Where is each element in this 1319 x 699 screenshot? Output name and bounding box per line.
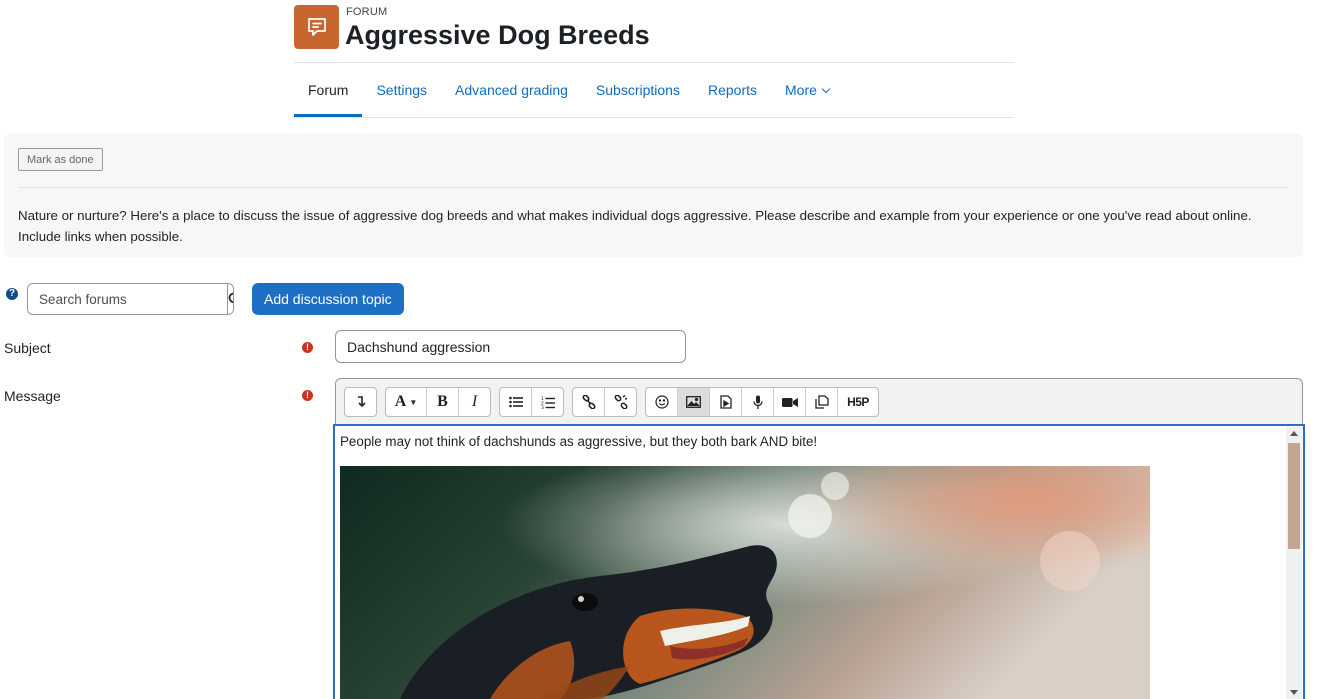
tab-forum[interactable]: Forum: [294, 63, 363, 117]
divider: [18, 187, 1288, 188]
tab-more[interactable]: More: [771, 63, 843, 117]
tab-reports[interactable]: Reports: [694, 63, 771, 117]
page-title: Aggressive Dog Breeds: [345, 20, 650, 50]
italic-icon[interactable]: I: [459, 388, 490, 416]
subject-input[interactable]: [335, 330, 686, 363]
scroll-down-icon[interactable]: [1290, 690, 1298, 695]
module-type-label: FORUM: [346, 6, 388, 18]
manage-files-icon[interactable]: [806, 388, 838, 416]
tab-subscriptions[interactable]: Subscriptions: [582, 63, 694, 117]
record-audio-icon[interactable]: [742, 388, 774, 416]
tab-more-label: More: [785, 82, 817, 98]
editor-toolbar: A ▼ B I 123 H5P: [344, 387, 879, 417]
secondary-navigation: Forum Settings Advanced grading Subscrip…: [294, 63, 843, 117]
forum-description: Nature or nurture? Here's a place to dis…: [18, 208, 1252, 244]
message-label: Message: [4, 388, 61, 404]
add-discussion-topic-button[interactable]: Add discussion topic: [252, 283, 404, 315]
bold-icon[interactable]: B: [427, 388, 459, 416]
image-icon[interactable]: [678, 388, 710, 416]
search-forums-box: [27, 283, 234, 315]
ordered-list-icon[interactable]: 123: [532, 388, 563, 416]
chevron-down-icon: [821, 84, 831, 94]
svg-text:3: 3: [541, 405, 544, 409]
required-icon: !: [302, 342, 313, 353]
divider: [294, 117, 1014, 118]
help-icon[interactable]: ?: [6, 288, 18, 300]
mark-as-done-button[interactable]: Mark as done: [18, 148, 103, 171]
tab-advanced-grading[interactable]: Advanced grading: [441, 63, 582, 117]
tab-settings[interactable]: Settings: [362, 63, 441, 117]
required-icon: !: [302, 390, 313, 401]
unordered-list-icon[interactable]: [500, 388, 532, 416]
forum-activity-icon: [294, 5, 339, 49]
search-input[interactable]: [28, 284, 227, 314]
unlink-icon[interactable]: [605, 388, 636, 416]
media-icon[interactable]: [710, 388, 742, 416]
scrollbar-thumb[interactable]: [1288, 443, 1300, 549]
search-icon: [228, 292, 233, 303]
search-button[interactable]: [227, 284, 233, 314]
collapse-icon[interactable]: [345, 388, 376, 416]
subject-label: Subject: [4, 340, 51, 356]
link-icon[interactable]: [573, 388, 605, 416]
scroll-up-icon[interactable]: [1290, 431, 1298, 436]
dog-image: [340, 466, 1150, 699]
emoji-icon[interactable]: [646, 388, 678, 416]
font-style-icon[interactable]: A ▼: [386, 388, 427, 416]
h5p-icon[interactable]: H5P: [838, 388, 878, 416]
message-text: People may not think of dachshunds as ag…: [340, 434, 818, 449]
record-video-icon[interactable]: [774, 388, 806, 416]
